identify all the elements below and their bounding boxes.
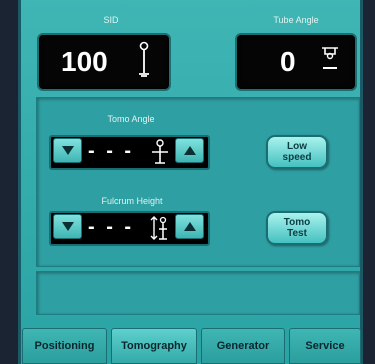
arrow-down-icon bbox=[62, 222, 74, 231]
tube-angle-icon bbox=[322, 47, 338, 69]
tab-positioning[interactable]: Positioning bbox=[22, 328, 107, 364]
tab-tomography[interactable]: Tomography bbox=[111, 328, 197, 364]
tab-service[interactable]: Service bbox=[289, 328, 361, 364]
fulcrum-height-icon bbox=[150, 216, 167, 240]
tomo-angle-icon bbox=[152, 139, 168, 164]
tomo-angle-increase-button[interactable] bbox=[175, 138, 204, 163]
tomo-angle-value: - - - bbox=[88, 140, 135, 162]
fulcrum-height-stepper: - - - bbox=[49, 211, 210, 246]
tab-generator[interactable]: Generator bbox=[201, 328, 285, 364]
arrow-up-icon bbox=[184, 222, 196, 231]
tab-generator-label: Generator bbox=[216, 340, 270, 352]
fulcrum-height-value: - - - bbox=[88, 216, 135, 238]
fulcrum-height-label: Fulcrum Height bbox=[101, 196, 163, 206]
tomo-angle-decrease-button[interactable] bbox=[53, 138, 82, 163]
tube-angle-display: 0 bbox=[235, 33, 357, 91]
sid-label: SID bbox=[103, 15, 119, 25]
tomo-test-button[interactable]: Tomo Test bbox=[266, 211, 328, 245]
sid-value: 100 bbox=[61, 46, 108, 77]
tomo-test-label: Tomo Test bbox=[283, 217, 311, 239]
tab-positioning-label: Positioning bbox=[34, 340, 95, 352]
message-strip bbox=[36, 271, 360, 315]
tab-tomography-label: Tomography bbox=[121, 340, 187, 352]
tomo-angle-stepper: - - - bbox=[49, 135, 210, 170]
fulcrum-height-increase-button[interactable] bbox=[175, 214, 204, 239]
tomo-angle-label: Tomo Angle bbox=[107, 114, 155, 124]
tomography-panel: SID 100 Tube Angle 0 Tomo Angle - - - Lo… bbox=[18, 0, 363, 364]
low-speed-label: Low speed bbox=[282, 141, 312, 163]
tube-angle-value: 0 bbox=[280, 46, 296, 77]
tube-stand-icon bbox=[139, 41, 149, 77]
low-speed-button[interactable]: Low speed bbox=[266, 135, 328, 169]
tab-service-label: Service bbox=[305, 340, 345, 352]
arrow-up-icon bbox=[184, 146, 196, 155]
fulcrum-height-decrease-button[interactable] bbox=[53, 214, 82, 239]
arrow-down-icon bbox=[62, 146, 74, 155]
sid-display: 100 bbox=[37, 33, 171, 91]
tube-angle-label: Tube Angle bbox=[273, 15, 319, 25]
